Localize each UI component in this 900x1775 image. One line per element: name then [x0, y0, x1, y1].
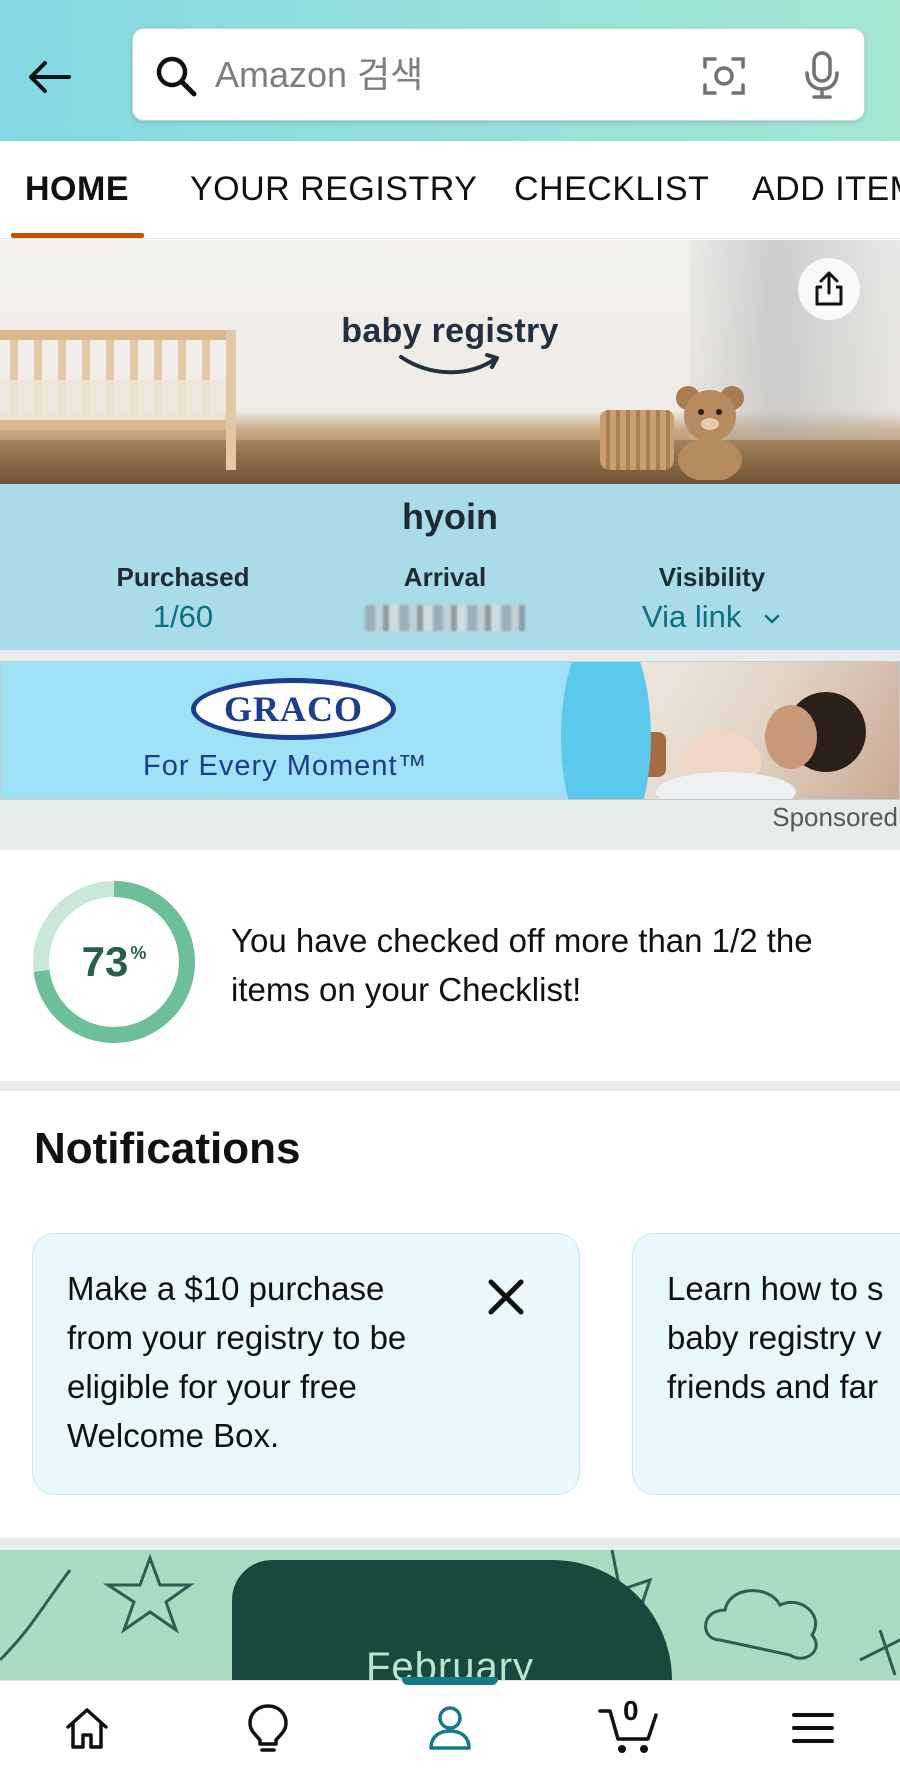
- notification-card[interactable]: Make a $10 purchase from your registry t…: [32, 1233, 580, 1495]
- notification-text: Learn how to s baby registry v friends a…: [667, 1264, 883, 1411]
- purchased-value: 1/60: [152, 599, 214, 634]
- arrival-date-redacted: [365, 605, 525, 631]
- notification-line: friends and far: [667, 1368, 878, 1405]
- nav-profile[interactable]: [405, 1693, 495, 1763]
- visibility-stat[interactable]: Visibility Via link: [602, 562, 822, 635]
- back-arrow-icon: [29, 61, 71, 93]
- ad-decorative-curve: [561, 662, 651, 799]
- search-icon: [156, 56, 197, 97]
- home-icon: [66, 1708, 108, 1749]
- visibility-dropdown[interactable]: Via link: [602, 599, 822, 635]
- notifications-title: Notifications: [34, 1124, 301, 1173]
- graco-logo: GRACO: [191, 678, 396, 740]
- chevron-down-icon: [764, 614, 780, 624]
- registry-banner: baby registry: [0, 240, 900, 484]
- purchased-label: Purchased: [116, 562, 250, 592]
- back-button[interactable]: [22, 50, 76, 104]
- share-button[interactable]: [798, 258, 860, 320]
- bottom-navigation: 0: [0, 1677, 900, 1775]
- camera-search-icon[interactable]: [699, 51, 749, 101]
- section-divider: [0, 650, 900, 661]
- crib-illustration: [0, 330, 236, 470]
- amazon-smile-icon: [399, 353, 499, 375]
- progress-message: You have checked off more than 1/2 the i…: [231, 922, 813, 1008]
- teddy-bear-illustration: [676, 386, 744, 480]
- progress-percent: 73 %: [32, 880, 196, 1044]
- visibility-label: Visibility: [658, 562, 766, 592]
- ad-tagline: For Every Moment™: [143, 750, 428, 782]
- active-tab-indicator: [11, 233, 144, 238]
- progress-percent-sign: %: [130, 942, 147, 963]
- month-label: February: [365, 1645, 535, 1680]
- registry-tabs: HOME YOUR REGISTRY CHECKLIST ADD ITEM: [0, 141, 900, 239]
- notification-line: Welcome Box.: [67, 1417, 280, 1454]
- tab-checklist[interactable]: CHECKLIST: [514, 141, 709, 238]
- notification-line: Learn how to s: [667, 1270, 884, 1307]
- search-input[interactable]: [215, 47, 695, 103]
- profile-icon: [429, 1706, 471, 1750]
- menu-icon: [792, 1713, 834, 1743]
- close-icon[interactable]: [483, 1274, 529, 1320]
- search-box[interactable]: [132, 28, 865, 121]
- arrival-label: Arrival: [403, 562, 487, 592]
- tab-add-item[interactable]: ADD ITEM: [752, 141, 900, 238]
- section-divider: [0, 1081, 900, 1091]
- tab-home[interactable]: HOME: [25, 141, 129, 238]
- sponsored-row: Sponsored: [0, 800, 900, 850]
- share-icon: [815, 271, 843, 306]
- notification-card[interactable]: Learn how to s baby registry v friends a…: [632, 1233, 900, 1495]
- progress-percent-value: 73: [81, 938, 129, 985]
- section-divider: [0, 1538, 900, 1550]
- notification-line: from your registry to be: [67, 1319, 407, 1356]
- nav-home[interactable]: [42, 1693, 132, 1763]
- cart-count: 0: [623, 1695, 639, 1726]
- microphone-icon[interactable]: [797, 49, 847, 101]
- sponsored-label[interactable]: Sponsored: [772, 802, 898, 833]
- tab-your-registry[interactable]: YOUR REGISTRY: [190, 141, 477, 238]
- active-nav-indicator: [402, 1677, 498, 1685]
- nav-cart[interactable]: 0: [585, 1693, 675, 1763]
- baby-registry-logo: baby registry: [300, 312, 600, 382]
- lightbulb-icon: [248, 1704, 288, 1752]
- notification-line: Make a $10 purchase: [67, 1270, 385, 1307]
- purchased-stat: Purchased 1/60: [73, 562, 293, 635]
- registry-summary: hyoin Purchased 1/60 Arrival Visibility …: [0, 484, 900, 650]
- header-bar: [0, 0, 900, 141]
- graco-logo-text: GRACO: [224, 689, 363, 729]
- registry-owner-name: hyoin: [402, 496, 498, 537]
- notification-line: eligible for your free: [67, 1368, 357, 1405]
- nav-inspire[interactable]: [223, 1693, 313, 1763]
- nav-menu[interactable]: [768, 1693, 858, 1763]
- checklist-progress-card[interactable]: 73 % You have checked off more than 1/2 …: [0, 850, 900, 1081]
- arrival-stat: Arrival: [335, 562, 555, 636]
- notification-line: baby registry v: [667, 1319, 882, 1356]
- baby-registry-logo-text: baby registry: [341, 312, 559, 350]
- visibility-value: Via link: [642, 599, 742, 634]
- notification-text: Make a $10 purchase from your registry t…: [67, 1264, 406, 1460]
- graco-ad-banner[interactable]: GRACO For Every Moment™: [0, 661, 900, 800]
- monthly-banner[interactable]: February: [0, 1550, 900, 1680]
